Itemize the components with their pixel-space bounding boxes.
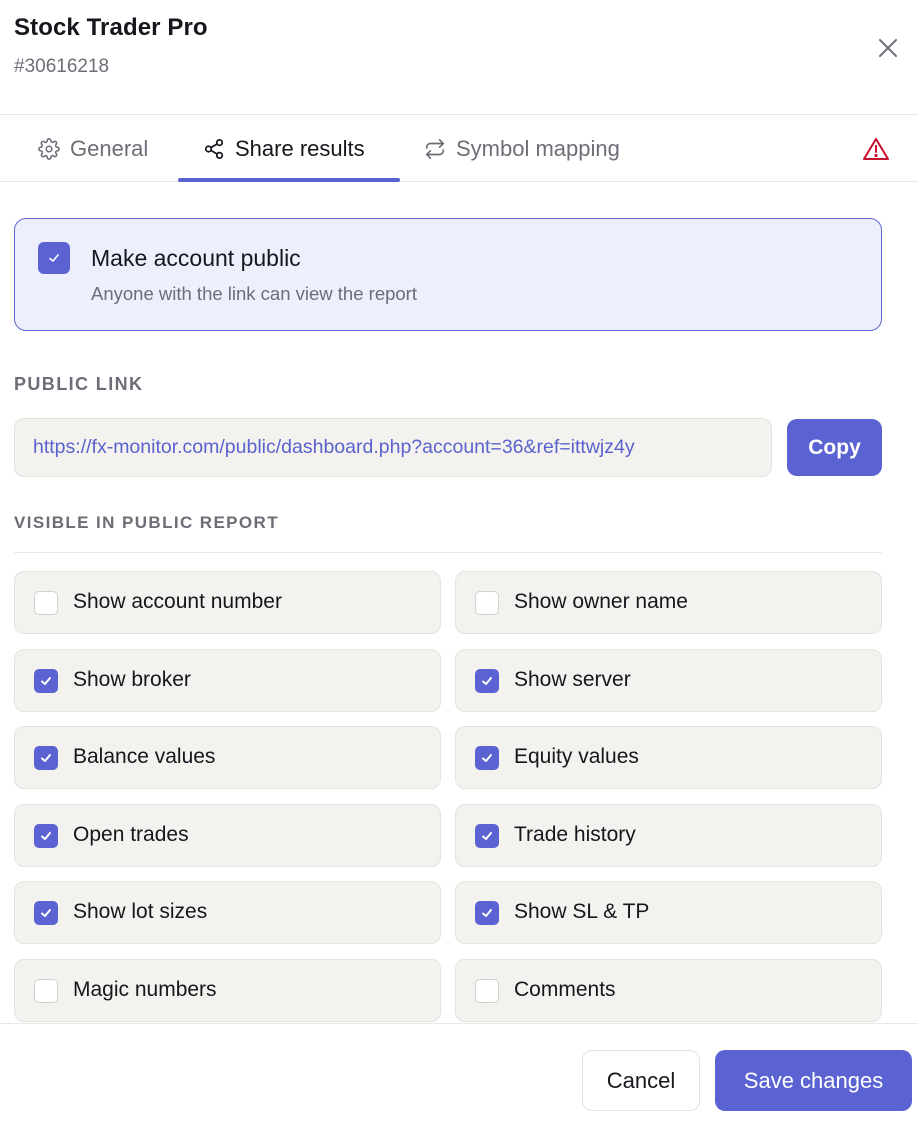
make-public-checkbox[interactable] bbox=[38, 242, 70, 274]
tab-symbol-mapping[interactable]: Symbol mapping bbox=[424, 115, 620, 182]
option-checkbox[interactable] bbox=[475, 746, 499, 770]
option-checkbox[interactable] bbox=[475, 669, 499, 693]
copy-button[interactable]: Copy bbox=[787, 419, 882, 476]
option-checkbox[interactable] bbox=[34, 669, 58, 693]
option-checkbox[interactable] bbox=[34, 591, 58, 615]
option-show-account-number[interactable]: Show account number bbox=[14, 571, 441, 634]
tab-share-results-label: Share results bbox=[235, 135, 365, 161]
option-label: Equity values bbox=[514, 745, 639, 768]
option-label: Comments bbox=[514, 978, 616, 1001]
option-checkbox[interactable] bbox=[34, 901, 58, 925]
option-checkbox[interactable] bbox=[475, 979, 499, 1003]
tab-symbol-mapping-label: Symbol mapping bbox=[456, 135, 620, 161]
make-public-description: Anyone with the link can view the report bbox=[91, 283, 417, 304]
option-show-lot-sizes[interactable]: Show lot sizes bbox=[14, 881, 441, 944]
option-trade-history[interactable]: Trade history bbox=[455, 804, 882, 867]
checkmark-icon bbox=[41, 909, 51, 917]
close-button[interactable] bbox=[872, 32, 904, 64]
checkmark-icon bbox=[482, 677, 492, 685]
dialog-header: Stock Trader Pro #30616218 bbox=[0, 0, 918, 115]
cancel-button[interactable]: Cancel bbox=[582, 1050, 700, 1111]
tab-general-label: General bbox=[70, 135, 149, 161]
option-label: Show server bbox=[514, 668, 631, 691]
public-link-heading: PUBLIC LINK bbox=[14, 374, 144, 394]
share-icon bbox=[204, 138, 224, 159]
option-label: Show broker bbox=[73, 668, 191, 691]
option-checkbox[interactable] bbox=[34, 824, 58, 848]
checkmark-icon bbox=[49, 254, 59, 262]
close-icon bbox=[879, 39, 897, 57]
option-label: Show lot sizes bbox=[73, 900, 208, 923]
option-show-broker[interactable]: Show broker bbox=[14, 649, 441, 712]
option-label: Trade history bbox=[514, 823, 636, 846]
warning-icon[interactable] bbox=[862, 136, 890, 162]
tab-general[interactable]: General bbox=[38, 115, 148, 182]
option-label: Show SL & TP bbox=[514, 900, 650, 923]
checkmark-icon bbox=[482, 754, 492, 762]
checkmark-icon bbox=[482, 909, 492, 917]
checkmark-icon bbox=[41, 754, 51, 762]
option-checkbox[interactable] bbox=[34, 979, 58, 1003]
checkmark-icon bbox=[41, 832, 51, 840]
public-link-field[interactable]: https://fx-monitor.com/public/dashboard.… bbox=[14, 418, 772, 477]
gear-icon bbox=[38, 137, 60, 160]
repeat-icon bbox=[425, 138, 445, 159]
option-comments[interactable]: Comments bbox=[455, 959, 882, 1022]
tab-bar: General Share results Symbol mapping bbox=[0, 115, 918, 182]
tab-share-results[interactable]: Share results bbox=[203, 115, 365, 182]
option-label: Open trades bbox=[73, 823, 189, 846]
option-label: Magic numbers bbox=[73, 978, 217, 1001]
option-checkbox[interactable] bbox=[475, 901, 499, 925]
option-balance-values[interactable]: Balance values bbox=[14, 726, 441, 789]
option-label: Show owner name bbox=[514, 590, 688, 613]
option-checkbox[interactable] bbox=[475, 824, 499, 848]
make-public-title: Make account public bbox=[91, 245, 301, 271]
option-checkbox[interactable] bbox=[475, 591, 499, 615]
save-changes-button[interactable]: Save changes bbox=[715, 1050, 912, 1111]
make-public-toggle-card[interactable]: Make account public Anyone with the link… bbox=[14, 218, 882, 331]
dialog-title: Stock Trader Pro bbox=[14, 14, 208, 41]
active-tab-indicator bbox=[178, 178, 400, 182]
option-show-owner-name[interactable]: Show owner name bbox=[455, 571, 882, 634]
option-show-server[interactable]: Show server bbox=[455, 649, 882, 712]
account-id: #30616218 bbox=[14, 56, 110, 77]
checkmark-icon bbox=[41, 677, 51, 685]
option-open-trades[interactable]: Open trades bbox=[14, 804, 441, 867]
option-checkbox[interactable] bbox=[34, 746, 58, 770]
option-magic-numbers[interactable]: Magic numbers bbox=[14, 959, 441, 1022]
checkmark-icon bbox=[482, 832, 492, 840]
option-label: Show account number bbox=[73, 590, 282, 613]
option-show-sl-and-tp[interactable]: Show SL & TP bbox=[455, 881, 882, 944]
option-label: Balance values bbox=[73, 745, 216, 768]
visibility-heading: VISIBLE IN PUBLIC REPORT bbox=[14, 513, 280, 532]
section-divider bbox=[14, 552, 882, 553]
option-equity-values[interactable]: Equity values bbox=[455, 726, 882, 789]
